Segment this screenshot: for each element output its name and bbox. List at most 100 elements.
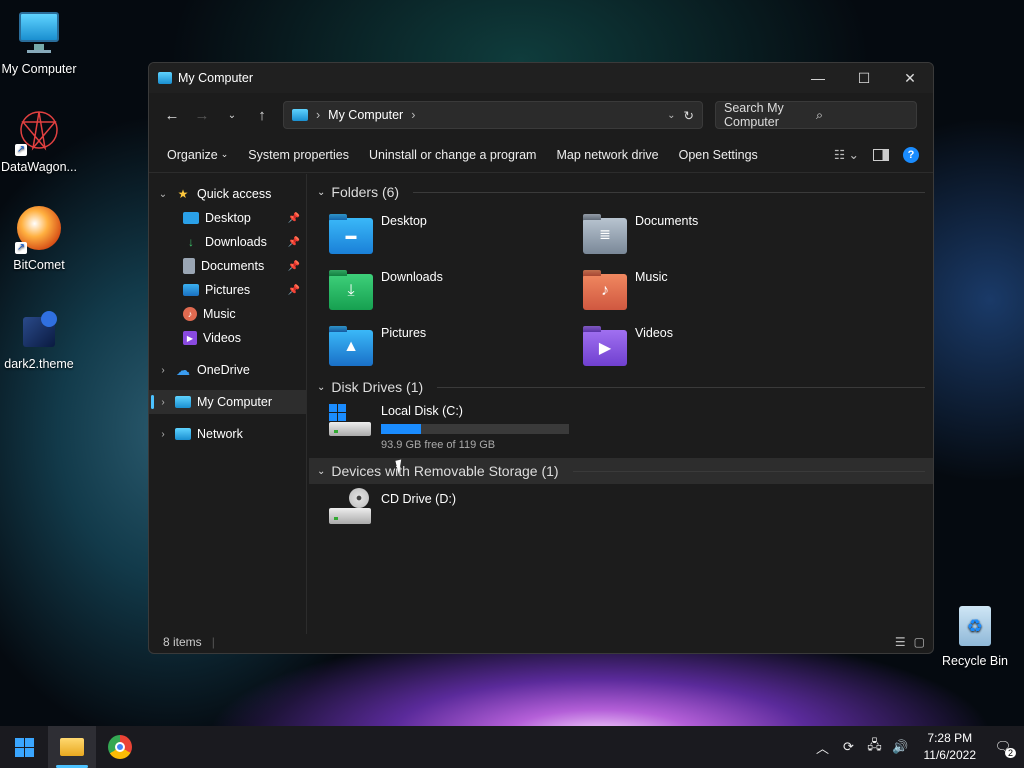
- desktop-icon-datawagon[interactable]: ↗ DataWagon...: [0, 108, 81, 174]
- address-dropdown-icon[interactable]: ⌄: [667, 110, 675, 121]
- desktop-icon-my-computer[interactable]: My Computer: [0, 10, 81, 76]
- group-header-folders[interactable]: ⌄ Folders (6): [309, 180, 933, 204]
- folder-pictures[interactable]: ▲ Pictures: [329, 326, 426, 366]
- window-title: My Computer: [178, 71, 254, 85]
- videos-icon: ▶: [183, 331, 197, 345]
- pictures-folder-icon: ▲: [329, 330, 373, 366]
- documents-folder-icon: ≣: [583, 218, 627, 254]
- back-button[interactable]: ←: [157, 100, 187, 130]
- breadcrumb-my-computer[interactable]: My Computer: [328, 108, 403, 122]
- datawagon-icon: ↗: [15, 108, 63, 156]
- sync-icon[interactable]: ⟳: [838, 736, 860, 758]
- details-view-icon[interactable]: ☰: [895, 635, 906, 649]
- desktop-icon-bitcomet[interactable]: ↗ BitComet: [0, 206, 81, 272]
- nav-label: Network: [197, 427, 243, 441]
- folder-documents[interactable]: ≣ Documents: [583, 214, 698, 254]
- minimize-button[interactable]: —: [795, 63, 841, 93]
- search-input[interactable]: Search My Computer: [724, 101, 816, 129]
- up-button[interactable]: ↑: [247, 100, 277, 130]
- address-bar[interactable]: › My Computer › ⌄ ↻: [283, 101, 703, 129]
- drive-local-disk-c[interactable]: Local Disk (C:) 93.9 GB free of 119 GB: [329, 404, 569, 451]
- hard-drive-icon: [329, 404, 373, 438]
- chevron-down-icon: ⌄: [220, 149, 229, 159]
- file-explorer-taskbar-button[interactable]: [48, 726, 96, 768]
- bitcomet-icon: ↗: [15, 206, 63, 254]
- group-header-disk-drives[interactable]: ⌄ Disk Drives (1): [309, 375, 933, 399]
- view-options-icon[interactable]: ☷ ⌄: [834, 147, 859, 162]
- large-icons-view-icon[interactable]: ▢: [914, 635, 925, 649]
- notifications-button[interactable]: 🗨 2: [988, 736, 1018, 758]
- start-button[interactable]: [0, 726, 48, 768]
- map-network-drive-button[interactable]: Map network drive: [546, 141, 668, 169]
- close-button[interactable]: ✕: [887, 63, 933, 93]
- videos-folder-icon: ▶: [583, 330, 627, 366]
- music-folder-icon: ♪: [583, 274, 627, 310]
- breadcrumb-separator-icon[interactable]: ›: [316, 108, 320, 122]
- folder-label: Music: [635, 270, 668, 284]
- search-icon: ⌕: [816, 107, 824, 122]
- breadcrumb-chevron-icon[interactable]: ›: [411, 108, 415, 122]
- nav-label: Videos: [203, 331, 241, 345]
- nav-documents[interactable]: Documents 📌: [149, 254, 306, 278]
- desktop-folder-icon: ▬: [329, 218, 373, 254]
- show-hidden-icons-chevron-icon[interactable]: ︿: [812, 736, 834, 758]
- windows-icon: [14, 737, 34, 757]
- command-bar: Organize ⌄ System properties Uninstall or…: [149, 137, 933, 173]
- organize-button[interactable]: Organize ⌄: [157, 141, 238, 169]
- navigation-pane: ⌄ ★ Quick access Desktop 📌 ↓ Downloads 📌 Docu…: [149, 174, 307, 634]
- folder-label: Downloads: [381, 270, 443, 284]
- group-title: Devices with Removable Storage (1): [331, 463, 559, 479]
- nav-pictures[interactable]: Pictures 📌: [149, 278, 306, 302]
- folder-icon: [60, 738, 84, 756]
- volume-icon[interactable]: 🔊: [890, 736, 912, 758]
- clock[interactable]: 7:28 PM 11/6/2022: [916, 730, 985, 764]
- nav-desktop[interactable]: Desktop 📌: [149, 206, 306, 230]
- network-icon[interactable]: 🖧: [864, 736, 886, 758]
- folder-desktop[interactable]: ▬ Desktop: [329, 214, 427, 254]
- uninstall-program-button[interactable]: Uninstall or change a program: [359, 141, 546, 169]
- nav-music[interactable]: ♪ Music: [149, 302, 306, 326]
- refresh-icon[interactable]: ↻: [684, 108, 694, 123]
- chevron-right-icon[interactable]: ›: [157, 397, 169, 408]
- nav-onedrive[interactable]: › ☁ OneDrive: [149, 358, 306, 382]
- nav-videos[interactable]: ▶ Videos: [149, 326, 306, 350]
- drive-name: CD Drive (D:): [381, 492, 456, 506]
- nav-downloads[interactable]: ↓ Downloads 📌: [149, 230, 306, 254]
- music-icon: ♪: [183, 307, 197, 321]
- desktop-icon-theme[interactable]: dark2.theme: [0, 305, 81, 371]
- search-box[interactable]: Search My Computer ⌕: [715, 101, 917, 129]
- nav-network[interactable]: › Network: [149, 422, 306, 446]
- forward-button[interactable]: →: [187, 100, 217, 130]
- downloads-folder-icon: ⤓: [329, 274, 373, 310]
- notification-count: 2: [1004, 748, 1016, 758]
- chevron-right-icon[interactable]: ›: [157, 365, 169, 376]
- group-title: Disk Drives (1): [331, 379, 424, 395]
- title-bar[interactable]: My Computer — ☐ ✕: [149, 63, 933, 93]
- open-settings-button[interactable]: Open Settings: [669, 141, 768, 169]
- system-properties-button[interactable]: System properties: [238, 141, 359, 169]
- folder-label: Videos: [635, 326, 673, 340]
- nav-quick-access[interactable]: ⌄ ★ Quick access: [149, 182, 306, 206]
- chevron-right-icon[interactable]: ›: [157, 429, 169, 440]
- pin-icon: 📌: [287, 260, 300, 272]
- item-count: 8 items: [163, 635, 202, 649]
- recent-locations-button[interactable]: ⌄: [217, 100, 247, 130]
- chrome-taskbar-button[interactable]: [96, 726, 144, 768]
- nav-label: Downloads: [205, 235, 267, 249]
- folder-label: Desktop: [381, 214, 427, 228]
- drive-cd-d[interactable]: CD Drive (D:): [329, 488, 456, 526]
- drive-free-space: 93.9 GB free of 119 GB: [381, 439, 496, 451]
- nav-label: My Computer: [197, 395, 273, 409]
- folder-music[interactable]: ♪ Music: [583, 270, 668, 310]
- nav-label: Desktop: [205, 211, 251, 225]
- star-icon: ★: [177, 187, 189, 201]
- maximize-button[interactable]: ☐: [841, 63, 887, 93]
- chevron-down-icon[interactable]: ⌄: [157, 189, 169, 200]
- help-icon[interactable]: ?: [903, 146, 919, 163]
- desktop-icon-recycle-bin[interactable]: ♻ Recycle Bin: [933, 602, 1017, 668]
- nav-my-computer[interactable]: › My Computer: [149, 390, 306, 414]
- taskbar: ︿ ⟳ 🖧 🔊 7:28 PM 11/6/2022 🗨 2: [0, 726, 1024, 768]
- folder-downloads[interactable]: ⤓ Downloads: [329, 270, 443, 310]
- folder-videos[interactable]: ▶ Videos: [583, 326, 673, 366]
- preview-pane-icon[interactable]: [873, 148, 889, 161]
